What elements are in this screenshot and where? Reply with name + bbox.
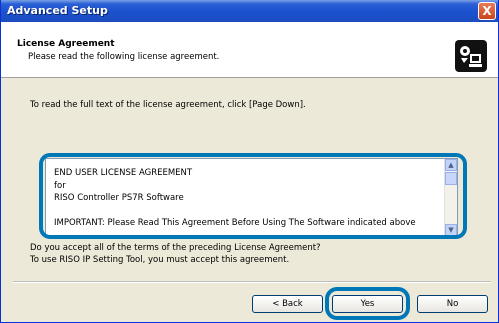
yes-highlight-ring: [325, 287, 410, 320]
setup-dialog: Advanced Setup X License Agreement Pleas…: [0, 0, 499, 323]
wizard-header: License Agreement Please read the follow…: [1, 22, 498, 78]
no-button[interactable]: No: [417, 295, 488, 313]
close-button[interactable]: X: [478, 2, 496, 20]
accept-question: Do you accept all of the terms of the pr…: [30, 242, 321, 266]
setup-computer-icon: [455, 40, 487, 72]
instruction-text: To read the full text of the license agr…: [30, 100, 306, 110]
title-bar: Advanced Setup X: [1, 0, 498, 22]
license-highlight-ring: [39, 153, 467, 239]
page-subtitle: Please read the following license agreem…: [28, 52, 220, 62]
question-line: Do you accept all of the terms of the pr…: [30, 243, 321, 253]
back-button[interactable]: < Back: [252, 295, 323, 313]
question-line: To use RISO IP Setting Tool, you must ac…: [30, 255, 290, 265]
window-title: Advanced Setup: [7, 4, 108, 17]
page-title: License Agreement: [17, 39, 115, 49]
divider: [13, 281, 491, 283]
